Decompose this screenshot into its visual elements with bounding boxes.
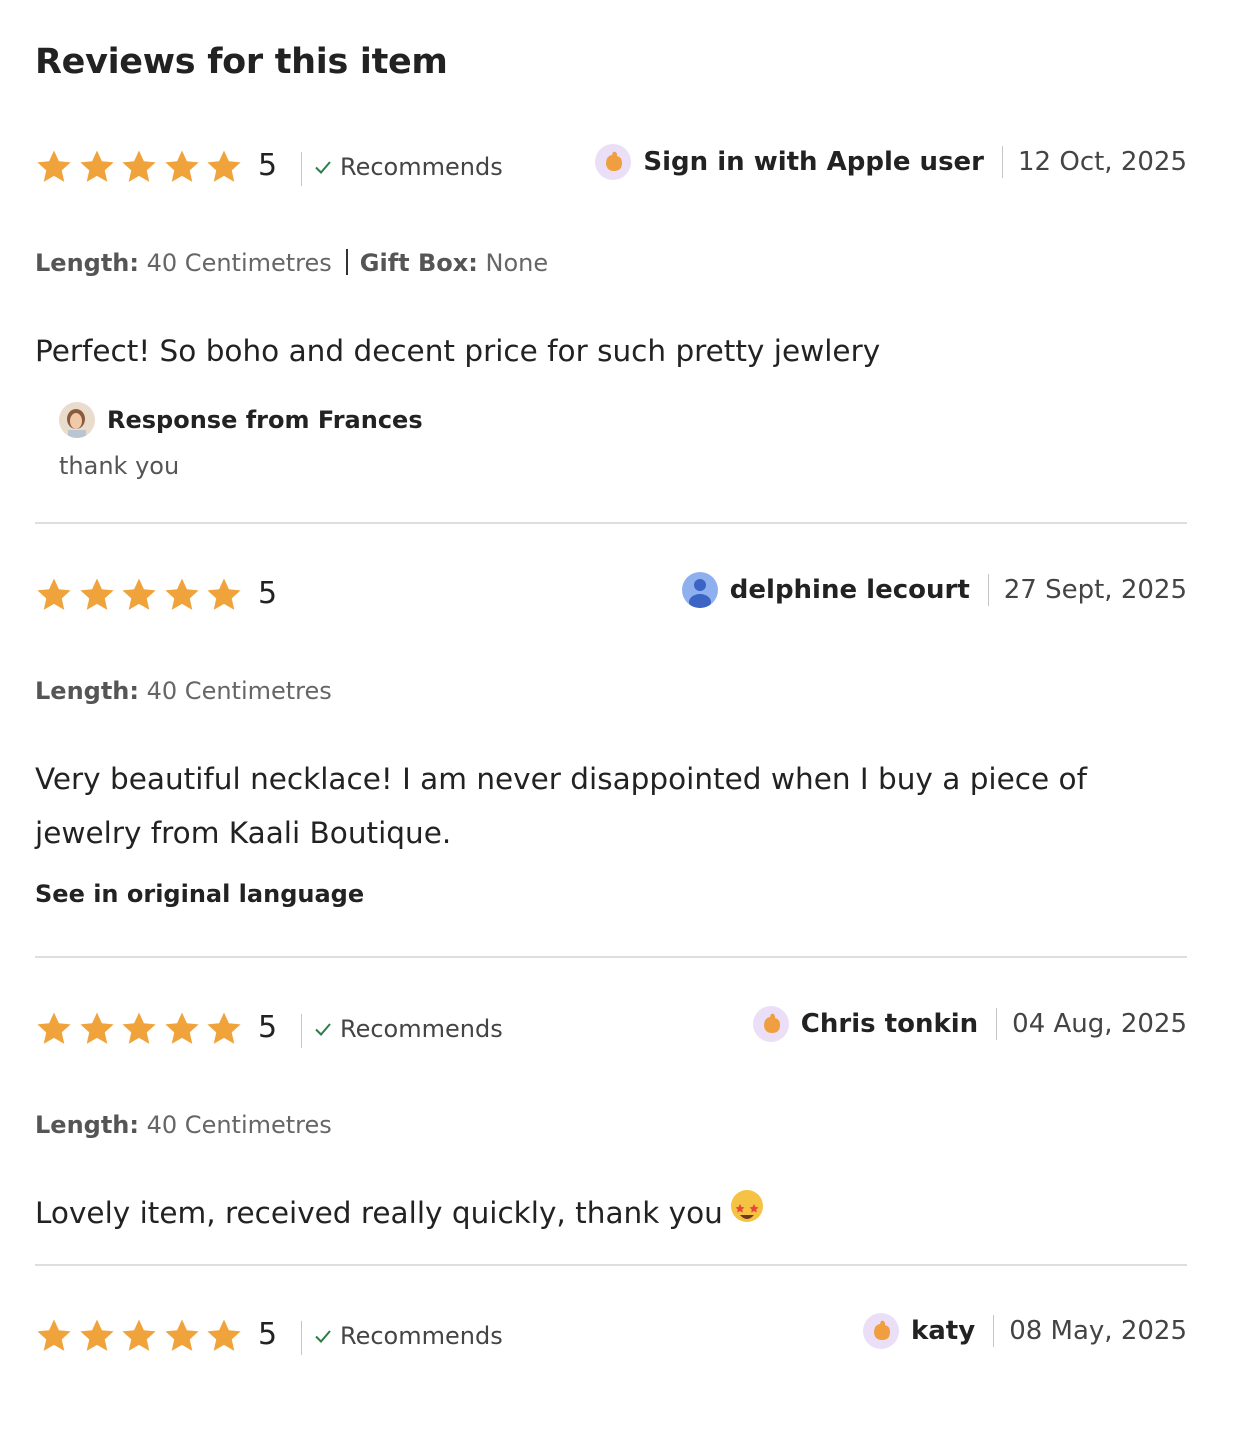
- divider-bar: [987, 574, 989, 606]
- variation-value: 40 Centimetres: [146, 1111, 332, 1139]
- star-icon: [37, 1319, 71, 1351]
- rating-value: 5: [258, 148, 278, 183]
- star-icon: [207, 1319, 241, 1351]
- divider-bar: [993, 1315, 995, 1347]
- rating-value: 5: [258, 576, 278, 611]
- divider-bar: [996, 1008, 998, 1040]
- star-rating: [35, 1317, 248, 1355]
- star-icon: [207, 150, 241, 182]
- star-icon: [207, 1012, 241, 1044]
- reviewer-name[interactable]: Chris tonkin: [801, 1009, 978, 1039]
- review-text: Very beautiful necklace! I am never disa…: [35, 762, 1087, 850]
- recommends-label: Recommends: [340, 1322, 503, 1350]
- response-text: thank you: [59, 452, 180, 480]
- response-title: Response from Frances: [107, 406, 423, 434]
- review-variations: Length: 40 Centimetres: [35, 1111, 332, 1139]
- seller-response-header: Response from Frances: [59, 402, 423, 438]
- recommends-label: Recommends: [340, 1015, 503, 1043]
- star-icon: [79, 1012, 114, 1044]
- seller-avatar: [59, 402, 95, 438]
- rating-value: 5: [258, 1317, 278, 1352]
- divider-bar: [301, 1014, 302, 1048]
- star-rating: [35, 1010, 248, 1048]
- reviewer-info: katy 08 May, 2025: [862, 1313, 1187, 1349]
- rating-value: 5: [258, 1010, 278, 1045]
- check-icon: [315, 1330, 331, 1343]
- divider-bar: [301, 152, 302, 186]
- star-icon: [122, 150, 156, 182]
- star-icon: [37, 150, 71, 182]
- recommends-badge: Recommends: [313, 153, 503, 181]
- divider-bar: [1002, 146, 1003, 178]
- check-icon: [315, 161, 331, 174]
- star-icon: [79, 150, 114, 182]
- review-date: 27 Sept, 2025: [1003, 575, 1187, 605]
- reviewer-info: Chris tonkin 04 Aug, 2025: [752, 1006, 1187, 1042]
- guest-hand-icon: [752, 1006, 789, 1042]
- review-date: 04 Aug, 2025: [1012, 1009, 1187, 1039]
- star-icon: [122, 578, 156, 610]
- see-original-language-link[interactable]: See in original language: [35, 880, 364, 908]
- reviewer-name[interactable]: delphine lecourt: [730, 575, 970, 605]
- reviews-heading: Reviews for this item: [35, 42, 448, 82]
- person-icon: [681, 572, 718, 608]
- variation-value: None: [485, 249, 549, 277]
- variation-label: Length:: [35, 1111, 139, 1139]
- review-divider: [35, 522, 1187, 524]
- star-icon: [79, 578, 114, 610]
- variation-value: 40 Centimetres: [146, 677, 332, 705]
- recommends-label: Recommends: [340, 153, 503, 181]
- reviewer-info: delphine lecourt 27 Sept, 2025: [681, 572, 1187, 608]
- recommends-badge: Recommends: [313, 1015, 503, 1043]
- star-icon: [164, 1319, 199, 1351]
- review-divider: [35, 956, 1187, 958]
- star-struck-emoji-icon: [730, 1190, 763, 1222]
- review-text: Lovely item, received really quickly, th…: [35, 1186, 1175, 1240]
- review-divider: [35, 1264, 1187, 1266]
- reviewer-name[interactable]: Sign in with Apple user: [643, 147, 984, 177]
- review-variations: Length: 40 Centimetres: [35, 677, 332, 705]
- variation-value: 40 Centimetres: [146, 249, 332, 277]
- recommends-badge: Recommends: [313, 1322, 503, 1350]
- review-date: 12 Oct, 2025: [1018, 147, 1187, 177]
- variation-label: Length:: [35, 677, 139, 705]
- star-icon: [79, 1319, 114, 1351]
- star-icon: [164, 150, 199, 182]
- guest-hand-icon: [862, 1313, 899, 1349]
- star-icon: [37, 578, 71, 610]
- review-date: 08 May, 2025: [1009, 1316, 1187, 1346]
- variation-label: Gift Box:: [359, 249, 478, 277]
- star-rating: [35, 148, 248, 186]
- review-text: Perfect! So boho and decent price for su…: [35, 334, 881, 368]
- reviewer-info: Sign in with Apple user 12 Oct, 2025: [595, 144, 1187, 180]
- guest-hand-icon: [595, 144, 632, 180]
- star-icon: [122, 1012, 156, 1044]
- star-icon: [164, 578, 199, 610]
- variation-label: Length:: [35, 249, 139, 277]
- check-icon: [315, 1023, 331, 1036]
- review-text-content: Lovely item, received really quickly, th…: [35, 1196, 723, 1230]
- reviewer-name[interactable]: katy: [911, 1316, 975, 1346]
- divider-bar: [301, 1321, 302, 1355]
- review-variations: Length: 40 Centimetres Gift Box: None: [35, 249, 548, 277]
- variation-separator: [345, 249, 348, 275]
- star-rating: [35, 576, 248, 614]
- star-icon: [164, 1012, 199, 1044]
- star-icon: [37, 1012, 71, 1044]
- star-icon: [207, 578, 241, 610]
- star-icon: [122, 1319, 156, 1351]
- reviews-section: Reviews for this item 5 Recommends Sign …: [0, 0, 1236, 1453]
